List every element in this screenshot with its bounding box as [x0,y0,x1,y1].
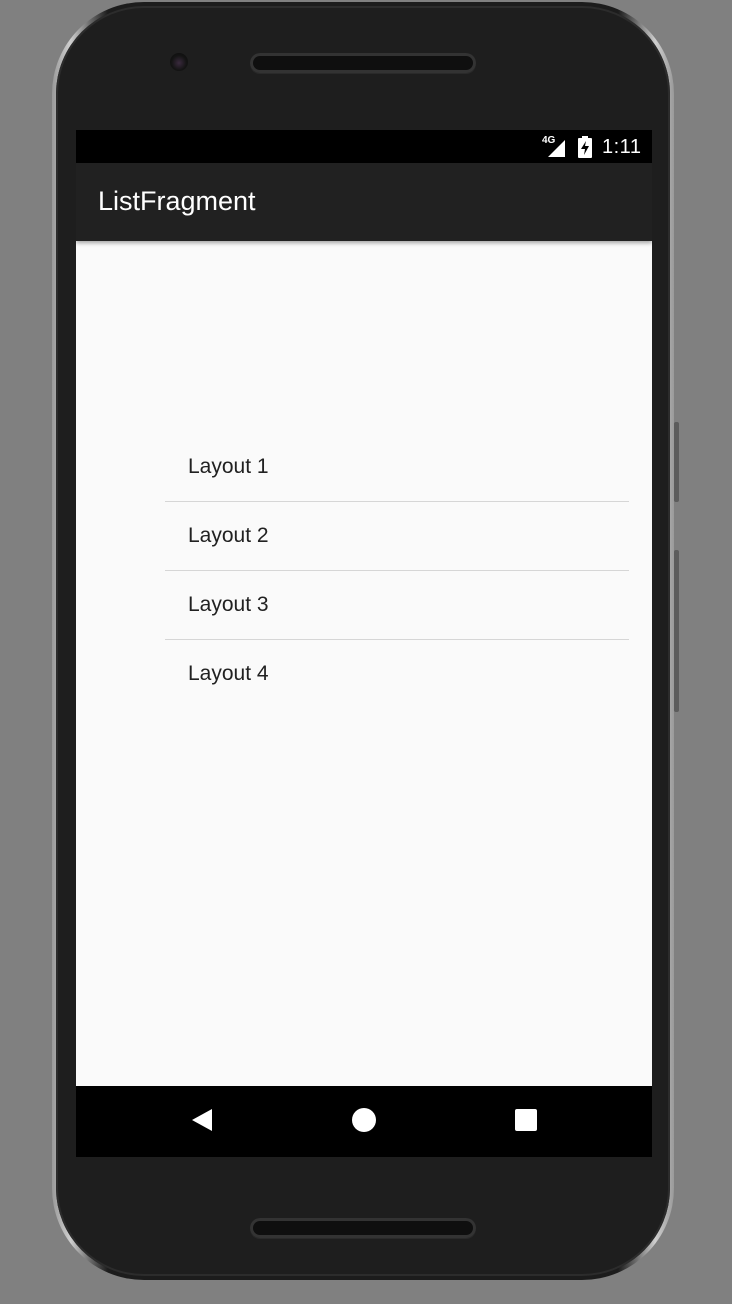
navigation-bar [76,1086,652,1157]
recents-icon[interactable] [515,1109,537,1131]
list-item-layout-3[interactable]: Layout 3 [165,571,629,640]
list-item-layout-1[interactable]: Layout 1 [165,433,629,502]
list-item-label: Layout 2 [188,524,269,547]
list-item-label: Layout 1 [188,455,269,478]
content-area: Layout 1 Layout 2 Layout 3 Layout 4 [76,241,652,1086]
power-button[interactable] [674,550,679,712]
bottom-speaker [250,1218,476,1238]
home-icon[interactable] [352,1108,376,1132]
list-item-label: Layout 3 [188,593,269,616]
app-title: ListFragment [98,186,256,216]
list-item-layout-4[interactable]: Layout 4 [165,640,629,708]
list-item-label: Layout 4 [188,662,269,685]
list-item-layout-2[interactable]: Layout 2 [165,502,629,571]
layout-list: Layout 1 Layout 2 Layout 3 Layout 4 [165,433,629,708]
app-bar: ListFragment [76,163,652,241]
device-screen: 4G 1:11 ListFragment Layout 1 Layout 2 L… [76,130,652,1157]
earpiece-speaker [250,53,476,73]
volume-button[interactable] [674,422,679,502]
back-icon[interactable] [191,1108,213,1132]
front-camera [170,53,188,71]
status-bar: 4G 1:11 [76,130,652,163]
emulator-backdrop: 4G 1:11 ListFragment Layout 1 Layout 2 L… [0,0,732,1304]
battery-charging-icon [578,136,592,158]
cellular-signal-icon: 4G [542,136,566,158]
status-time: 1:11 [602,136,642,158]
